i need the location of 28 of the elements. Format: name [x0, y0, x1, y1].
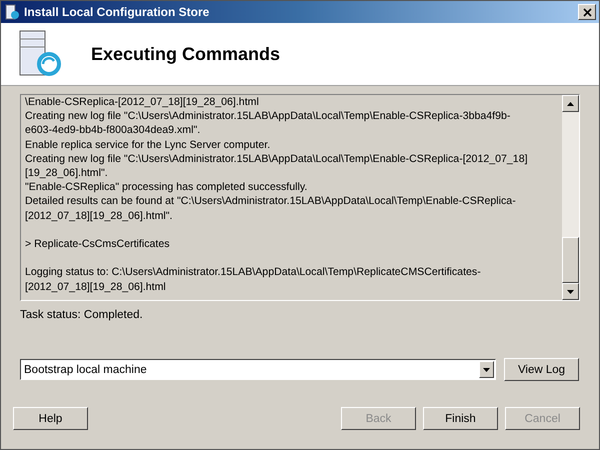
- task-status: Task status: Completed.: [20, 309, 144, 321]
- scroll-up-icon[interactable]: [562, 95, 579, 112]
- scroll-down-icon[interactable]: [562, 283, 579, 300]
- caret-icon[interactable]: [479, 361, 494, 378]
- scroll-thumb[interactable]: [562, 237, 579, 283]
- log-line: Creating new log file "C:\Users\Administrator.15LAB\AppData\Local\Temp\Enable-CSReplica-[2012_07_18]: [25, 152, 529, 166]
- app-icon: [4, 4, 20, 20]
- log-line: "Enable-CSReplica" processing has completed successfully.: [25, 180, 308, 194]
- window-title: Install Local Configuration Store: [24, 5, 210, 19]
- log-line: Creating new log file "C:\Users\Administrator.15LAB\AppData\Local\Temp\Enable-CSReplica-3bba4f9b-: [25, 109, 512, 124]
- log-line: \Enable-CSReplica-[2012_07_18][19_28_06].html: [25, 95, 260, 110]
- log-line: [2012_07_18][19_28_06].html".: [25, 208, 174, 223]
- log-line: [19_28_06].html".: [25, 166, 109, 180]
- log-line: > Replicate-CsCmsCertificates: [25, 237, 171, 252]
- log-line: Detailed results can be found at "C:\Users\Administrator.15LAB\AppData\Local\Temp\Enable-CSReplica-: [25, 194, 517, 209]
- log-line: Logging status to: C:\Users\Administrator.15LAB\AppData\Local\Temp\ReplicateCMSCertificates-: [25, 265, 482, 280]
- log-line: [2012_07_18][19_28_06].html: [25, 280, 167, 294]
- dialog-button[interactable]: Finish: [423, 407, 498, 430]
- server-icon: [19, 30, 61, 78]
- close-button[interactable]: [578, 4, 596, 20]
- dialog-button[interactable]: Help: [13, 407, 88, 430]
- page-heading: Executing Commands: [91, 44, 280, 64]
- log-line: Enable replica service for the Lync Server computer.: [25, 138, 272, 152]
- view-log-button[interactable]: View Log: [504, 358, 579, 381]
- close-icon[interactable]: [582, 8, 592, 16]
- scrollbar[interactable]: [562, 95, 579, 300]
- step-dropdown[interactable]: Bootstrap local machine: [20, 359, 496, 380]
- log-line: e603-4ed9-bb4b-f800a304dea9.xml".: [25, 123, 202, 138]
